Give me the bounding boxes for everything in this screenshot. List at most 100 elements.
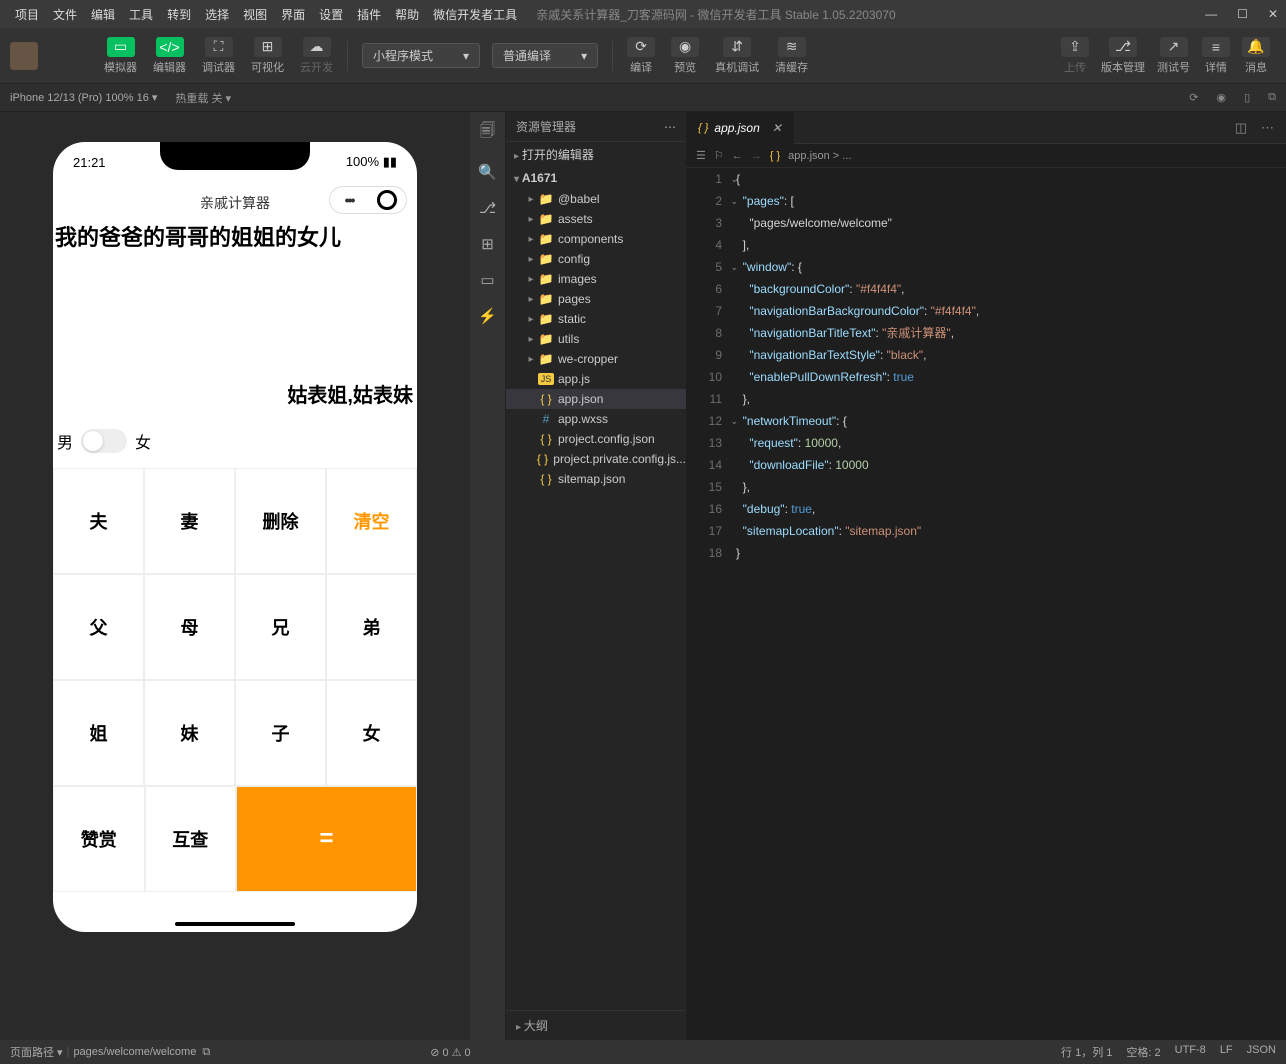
key-姐[interactable]: 姐 <box>53 680 144 786</box>
copy-icon[interactable]: ⧉ <box>202 1046 210 1059</box>
key-母[interactable]: 母 <box>144 574 235 680</box>
record-icon[interactable]: ◉ <box>1216 91 1226 104</box>
code-area[interactable]: ⌄1⌄234⌄567891011⌄12131415161718 { "pages… <box>686 168 1286 1040</box>
status-空格: 2[interactable]: 空格: 2 <box>1126 1044 1160 1060</box>
toolbar-真机调试[interactable]: ⇵真机调试 <box>709 37 765 75</box>
key-删除[interactable]: 删除 <box>235 468 326 574</box>
file-app.js[interactable]: JSapp.js <box>506 369 686 389</box>
status-LF[interactable]: LF <box>1220 1044 1233 1060</box>
home-indicator[interactable] <box>175 922 295 926</box>
menu-icon[interactable]: ••• <box>330 192 368 208</box>
compile-dropdown[interactable]: 普通编译▾ <box>492 43 598 68</box>
toolbar-上传[interactable]: ⇪上传 <box>1055 37 1095 75</box>
toolbar-模拟器[interactable]: ▭模拟器 <box>98 37 143 75</box>
more-icon[interactable]: ⋯ <box>664 120 676 134</box>
toolbar-调试器[interactable]: ⛶调试器 <box>196 37 241 75</box>
minimize-icon[interactable]: — <box>1205 7 1217 21</box>
bookmark-icon[interactable]: ⚐ <box>714 149 724 162</box>
avatar[interactable] <box>10 42 38 70</box>
key-兄[interactable]: 兄 <box>235 574 326 680</box>
phone-icon[interactable]: ▯ <box>1244 91 1250 104</box>
key-女[interactable]: 女 <box>326 680 417 786</box>
branch-icon[interactable]: ⎇ <box>479 199 496 217</box>
menu-工具[interactable]: 工具 <box>122 2 160 27</box>
files-icon[interactable]: 🗐 <box>480 120 495 145</box>
key-妻[interactable]: 妻 <box>144 468 235 574</box>
key-清空[interactable]: 清空 <box>326 468 417 574</box>
menu-编辑[interactable]: 编辑 <box>84 2 122 27</box>
toolbar-版本管理[interactable]: ⎇版本管理 <box>1095 37 1151 75</box>
close-icon[interactable]: ✕ <box>1268 7 1278 21</box>
key-夫[interactable]: 夫 <box>53 468 144 574</box>
toolbar-预览[interactable]: ◉预览 <box>665 37 705 75</box>
device-selector[interactable]: iPhone 12/13 (Pro) 100% 16 ▾ <box>10 91 157 104</box>
status-UTF-8[interactable]: UTF-8 <box>1175 1044 1206 1060</box>
toolbar-编译[interactable]: ⟳编译 <box>621 37 661 75</box>
toolbar-云开发[interactable]: ☁云开发 <box>294 37 339 75</box>
status-JSON[interactable]: JSON <box>1247 1044 1276 1060</box>
search-icon[interactable]: 🔍 <box>478 163 497 181</box>
file-project.private.config.js...[interactable]: { }project.private.config.js... <box>506 449 686 469</box>
outline-section[interactable]: ▸ 大纲 <box>506 1010 686 1040</box>
file-app.json[interactable]: { }app.json <box>506 389 686 409</box>
key-互查[interactable]: 互查 <box>145 786 237 892</box>
status-行 1，列 1[interactable]: 行 1，列 1 <box>1061 1044 1112 1060</box>
menu-界面[interactable]: 界面 <box>274 2 312 27</box>
menu-插件[interactable]: 插件 <box>350 2 388 27</box>
file-static[interactable]: ▸📁static <box>506 309 686 329</box>
file-project.config.json[interactable]: { }project.config.json <box>506 429 686 449</box>
extensions-icon[interactable]: ⊞ <box>481 235 494 253</box>
back-icon[interactable]: ← <box>732 150 743 162</box>
file-@babel[interactable]: ▸📁@babel <box>506 189 686 209</box>
forward-icon[interactable]: → <box>751 150 762 162</box>
toolbar-编辑器[interactable]: </>编辑器 <box>147 37 192 75</box>
file-app.wxss[interactable]: #app.wxss <box>506 409 686 429</box>
close-capsule-icon[interactable] <box>368 190 406 210</box>
page-path-label[interactable]: 页面路径 ▾ <box>10 1044 63 1060</box>
key-子[interactable]: 子 <box>235 680 326 786</box>
debug-icon[interactable]: ▭ <box>480 271 494 289</box>
key-妹[interactable]: 妹 <box>144 680 235 786</box>
toolbar-消息[interactable]: 🔔消息 <box>1236 37 1276 75</box>
file-we-cropper[interactable]: ▸📁we-cropper <box>506 349 686 369</box>
menu-帮助[interactable]: 帮助 <box>388 2 426 27</box>
file-images[interactable]: ▸📁images <box>506 269 686 289</box>
menu-微信开发者工具[interactable]: 微信开发者工具 <box>426 2 524 27</box>
popout-icon[interactable]: ⧉ <box>1268 91 1276 104</box>
breadcrumb-path[interactable]: app.json > ... <box>788 150 851 162</box>
key-弟[interactable]: 弟 <box>326 574 417 680</box>
split-icon[interactable]: ◫ <box>1235 120 1247 136</box>
capsule[interactable]: ••• <box>329 186 407 214</box>
page-path[interactable]: pages/welcome/welcome <box>73 1046 196 1058</box>
toolbar-测试号[interactable]: ↗测试号 <box>1151 37 1196 75</box>
file-pages[interactable]: ▸📁pages <box>506 289 686 309</box>
opened-editors[interactable]: ▸ 打开的编辑器 <box>506 142 686 167</box>
menu-项目[interactable]: 项目 <box>8 2 46 27</box>
toolbar-详情[interactable]: ≡详情 <box>1196 37 1236 75</box>
key-父[interactable]: 父 <box>53 574 144 680</box>
more-icon[interactable]: ⋯ <box>1261 120 1274 136</box>
maximize-icon[interactable]: ☐ <box>1237 7 1248 21</box>
toolbar-清缓存[interactable]: ≋清缓存 <box>769 37 814 75</box>
tab-app-json[interactable]: { } app.json ✕ <box>686 112 794 144</box>
toolbar-可视化[interactable]: ⊞可视化 <box>245 37 290 75</box>
file-config[interactable]: ▸📁config <box>506 249 686 269</box>
project-root[interactable]: ▾ A1671 <box>506 167 686 189</box>
menu-选择[interactable]: 选择 <box>198 2 236 27</box>
list-icon[interactable]: ☰ <box>696 149 706 162</box>
menu-视图[interactable]: 视图 <box>236 2 274 27</box>
gender-switch[interactable] <box>81 429 127 453</box>
menu-文件[interactable]: 文件 <box>46 2 84 27</box>
file-sitemap.json[interactable]: { }sitemap.json <box>506 469 686 489</box>
file-assets[interactable]: ▸📁assets <box>506 209 686 229</box>
key-=[interactable]: = <box>236 786 417 892</box>
menu-设置[interactable]: 设置 <box>312 2 350 27</box>
file-utils[interactable]: ▸📁utils <box>506 329 686 349</box>
menu-转到[interactable]: 转到 <box>160 2 198 27</box>
file-components[interactable]: ▸📁components <box>506 229 686 249</box>
problems[interactable]: ⊘ 0 ⚠ 0 <box>430 1046 470 1059</box>
hotreload-toggle[interactable]: 热重载 关 ▾ <box>175 90 231 106</box>
flame-icon[interactable]: ⚡ <box>478 307 497 325</box>
refresh-icon[interactable]: ⟳ <box>1189 91 1198 104</box>
key-赞赏[interactable]: 赞赏 <box>53 786 145 892</box>
